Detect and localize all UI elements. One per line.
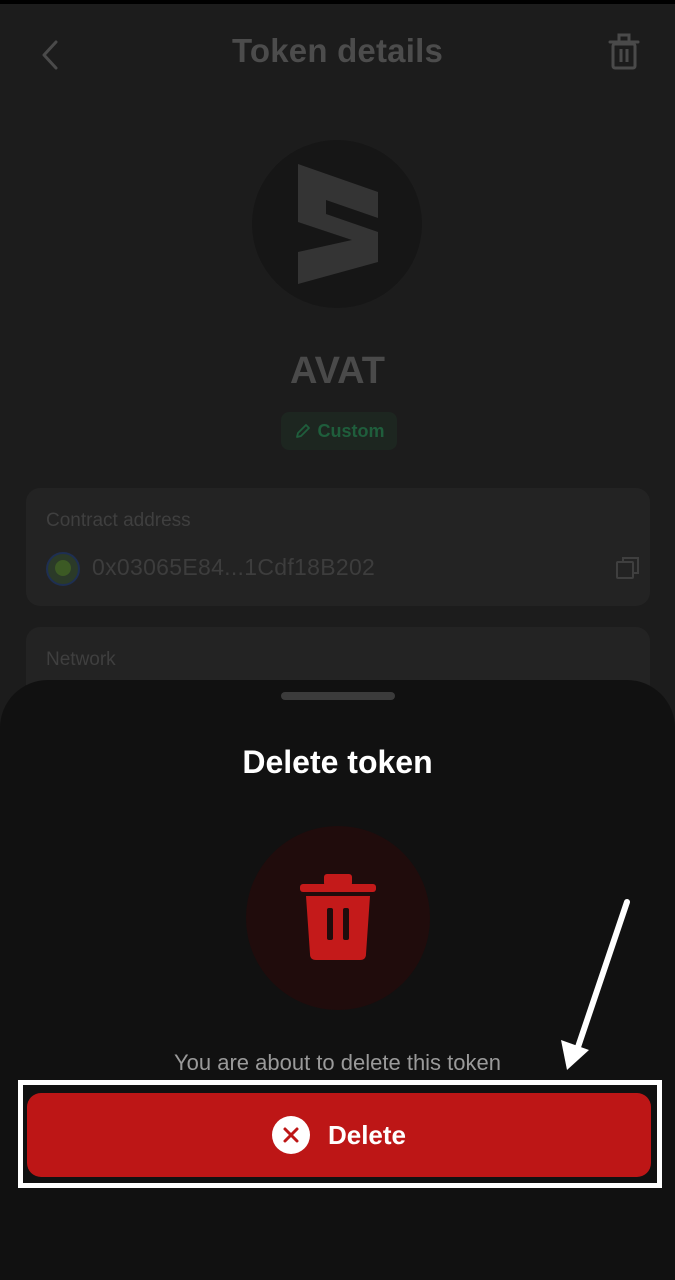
contract-address-label: Contract address: [46, 510, 191, 531]
delete-token-button[interactable]: [602, 30, 646, 74]
chain-avatar: [46, 552, 80, 586]
custom-badge-label: Custom: [317, 420, 385, 441]
trash-icon: [300, 874, 376, 960]
copy-address-button[interactable]: [614, 554, 642, 582]
page-title: Token details: [231, 32, 444, 69]
delete-warning-badge: [246, 826, 430, 1010]
token-symbol: AVAT: [290, 350, 385, 392]
confirm-delete-button[interactable]: Delete: [27, 1093, 651, 1177]
trash-icon: [608, 33, 640, 70]
copy-icon: [616, 557, 639, 579]
token-logo-icon: [298, 164, 378, 284]
token-logo: [252, 140, 422, 308]
sheet-drag-handle[interactable]: [281, 692, 395, 700]
network-label: Network: [46, 649, 116, 670]
app-screen: Token details AVAT Custom Contract addre…: [0, 0, 675, 1280]
pointer-arrow-icon: [561, 899, 630, 1070]
custom-badge[interactable]: Custom: [281, 412, 397, 450]
close-circle-icon: [271, 1116, 310, 1154]
contract-address-value: 0x03065E84...1Cdf18B202: [92, 554, 376, 580]
contract-address-row: 0x03065E84...1Cdf18B202: [46, 552, 639, 588]
confirm-delete-label: Delete: [327, 1119, 407, 1150]
pencil-icon: [295, 424, 310, 438]
contract-address-card: Contract address 0x03065E84...1Cdf18B202: [26, 488, 650, 606]
sheet-title: Delete token: [242, 744, 433, 780]
header: Token details: [0, 4, 675, 100]
